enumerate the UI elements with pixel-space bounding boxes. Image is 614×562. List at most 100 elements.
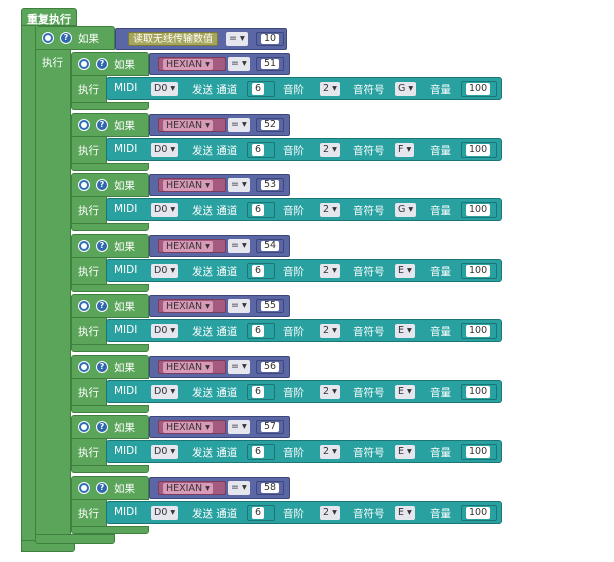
number-block[interactable]: 57 — [256, 420, 284, 434]
midi-send-block[interactable]: MIDI D0 ▾ 发送 通道 6 音阶 2 ▾ 音符号 E ▾ 音量 100 — [106, 500, 502, 524]
wireless-read-block[interactable]: 读取无线传输数值 — [128, 32, 218, 46]
hexian-variable-block[interactable]: HEXIAN ▾ — [158, 299, 226, 313]
number-value[interactable]: 53 — [261, 180, 280, 190]
hexian-variable-name[interactable]: HEXIAN ▾ — [163, 301, 213, 312]
inner-condition-compare[interactable]: HEXIAN ▾ = ▾ 55 — [149, 295, 290, 317]
channel-value[interactable]: 6 — [252, 325, 265, 337]
note-dropdown[interactable]: E ▾ — [395, 324, 415, 338]
volume-value[interactable]: 100 — [466, 325, 491, 337]
outer-condition-compare[interactable]: 读取无线传输数值 = ▾ 10 — [115, 28, 287, 50]
gear-icon[interactable] — [78, 481, 90, 494]
question-icon[interactable]: ? — [96, 118, 108, 131]
inner-condition-compare[interactable]: HEXIAN ▾ = ▾ 53 — [149, 174, 290, 196]
pin-dropdown[interactable]: D0 ▾ — [151, 263, 179, 278]
octave-dropdown[interactable]: 2 ▾ — [320, 384, 340, 399]
inner-if-block[interactable]: ? 如果 — [71, 294, 149, 318]
volume-number-block[interactable]: 100 — [461, 262, 497, 279]
volume-value[interactable]: 100 — [466, 446, 491, 458]
channel-number-block[interactable]: 6 — [247, 262, 275, 279]
volume-number-block[interactable]: 100 — [461, 504, 497, 521]
hexian-variable-name[interactable]: HEXIAN ▾ — [163, 482, 213, 494]
hexian-variable-name[interactable]: HEXIAN ▾ — [163, 240, 213, 252]
note-dropdown[interactable]: G ▾ — [395, 203, 417, 217]
inner-condition-compare[interactable]: HEXIAN ▾ = ▾ 54 — [149, 234, 290, 257]
repeat-forever-block[interactable]: 重复执行 — [21, 8, 77, 26]
octave-dropdown[interactable]: 2 ▾ — [320, 445, 340, 459]
inner-if-block[interactable]: ? 如果 — [71, 112, 149, 137]
question-icon[interactable]: ? — [60, 32, 72, 44]
number-value[interactable]: 58 — [261, 482, 280, 493]
volume-number-block[interactable]: 100 — [461, 323, 497, 339]
volume-value[interactable]: 100 — [466, 264, 491, 277]
operator-dropdown[interactable]: = ▾ — [228, 178, 250, 192]
inner-if-block[interactable]: ? 如果 — [71, 415, 149, 439]
operator-dropdown[interactable]: = ▾ — [228, 117, 250, 132]
number-value[interactable]: 10 — [261, 34, 280, 44]
midi-send-block[interactable]: MIDI D0 ▾ 发送 通道 6 音阶 2 ▾ 音符号 G ▾ 音量 100 — [106, 198, 502, 221]
channel-value[interactable]: 6 — [252, 264, 265, 277]
channel-value[interactable]: 6 — [252, 143, 265, 156]
hexian-variable-name[interactable]: HEXIAN ▾ — [163, 422, 213, 433]
octave-dropdown[interactable]: 2 ▾ — [320, 324, 340, 338]
volume-value[interactable]: 100 — [466, 143, 491, 156]
inner-condition-compare[interactable]: HEXIAN ▾ = ▾ 58 — [149, 476, 290, 499]
hexian-variable-name[interactable]: HEXIAN ▾ — [163, 180, 213, 191]
number-value[interactable]: 57 — [261, 422, 280, 432]
inner-if-block[interactable]: ? 如果 — [71, 52, 149, 76]
channel-number-block[interactable]: 6 — [247, 504, 275, 521]
octave-dropdown[interactable]: 2 ▾ — [320, 505, 340, 520]
note-dropdown[interactable]: E ▾ — [395, 263, 415, 278]
question-icon[interactable]: ? — [96, 239, 108, 252]
hexian-variable-block[interactable]: HEXIAN ▾ — [158, 238, 226, 253]
inner-condition-compare[interactable]: HEXIAN ▾ = ▾ 56 — [149, 355, 290, 378]
gear-icon[interactable] — [78, 300, 90, 312]
pin-dropdown[interactable]: D0 ▾ — [151, 203, 179, 217]
question-icon[interactable]: ? — [96, 58, 108, 70]
channel-number-block[interactable]: 6 — [247, 202, 275, 218]
midi-send-block[interactable]: MIDI D0 ▾ 发送 通道 6 音阶 2 ▾ 音符号 E ▾ 音量 100 — [106, 440, 502, 463]
volume-value[interactable]: 100 — [466, 204, 491, 216]
hexian-variable-block[interactable]: HEXIAN ▾ — [158, 117, 226, 132]
number-block[interactable]: 51 — [256, 57, 284, 71]
number-value[interactable]: 52 — [261, 119, 280, 130]
question-icon[interactable]: ? — [96, 481, 108, 494]
hexian-variable-name[interactable]: HEXIAN ▾ — [163, 119, 213, 131]
number-block[interactable]: 55 — [256, 299, 284, 313]
channel-number-block[interactable]: 6 — [247, 323, 275, 339]
question-icon[interactable]: ? — [96, 421, 108, 433]
volume-number-block[interactable]: 100 — [461, 141, 497, 158]
midi-send-block[interactable]: MIDI D0 ▾ 发送 通道 6 音阶 2 ▾ 音符号 G ▾ 音量 100 — [106, 77, 502, 100]
operator-dropdown[interactable]: = ▾ — [228, 238, 250, 253]
octave-dropdown[interactable]: 2 ▾ — [320, 82, 340, 96]
octave-dropdown[interactable]: 2 ▾ — [320, 263, 340, 278]
hexian-variable-block[interactable]: HEXIAN ▾ — [158, 178, 226, 192]
hexian-variable-block[interactable]: HEXIAN ▾ — [158, 480, 226, 495]
inner-if-block[interactable]: ? 如果 — [71, 475, 149, 500]
inner-condition-compare[interactable]: HEXIAN ▾ = ▾ 57 — [149, 416, 290, 438]
midi-send-block[interactable]: MIDI D0 ▾ 发送 通道 6 音阶 2 ▾ 音符号 E ▾ 音量 100 — [106, 319, 502, 342]
gear-icon[interactable] — [42, 32, 54, 44]
pin-dropdown[interactable]: D0 ▾ — [151, 505, 179, 520]
number-block[interactable]: 10 — [256, 32, 284, 46]
number-value[interactable]: 55 — [261, 301, 280, 311]
channel-number-block[interactable]: 6 — [247, 141, 275, 158]
operator-dropdown[interactable]: = ▾ — [228, 57, 250, 71]
channel-value[interactable]: 6 — [252, 506, 265, 519]
number-block[interactable]: 52 — [256, 117, 284, 132]
operator-dropdown[interactable]: = ▾ — [228, 299, 250, 313]
operator-dropdown[interactable]: = ▾ — [226, 32, 248, 46]
pin-dropdown[interactable]: D0 ▾ — [151, 445, 179, 459]
gear-icon[interactable] — [78, 58, 90, 70]
channel-number-block[interactable]: 6 — [247, 81, 275, 97]
channel-value[interactable]: 6 — [252, 83, 265, 95]
number-value[interactable]: 51 — [261, 59, 280, 69]
number-block[interactable]: 58 — [256, 480, 284, 495]
volume-value[interactable]: 100 — [466, 83, 491, 95]
note-dropdown[interactable]: F ▾ — [395, 142, 415, 157]
number-block[interactable]: 53 — [256, 178, 284, 192]
pin-dropdown[interactable]: D0 ▾ — [151, 384, 179, 399]
pin-dropdown[interactable]: D0 ▾ — [151, 142, 179, 157]
volume-number-block[interactable]: 100 — [461, 202, 497, 218]
channel-value[interactable]: 6 — [252, 446, 265, 458]
note-dropdown[interactable]: E ▾ — [395, 445, 415, 459]
